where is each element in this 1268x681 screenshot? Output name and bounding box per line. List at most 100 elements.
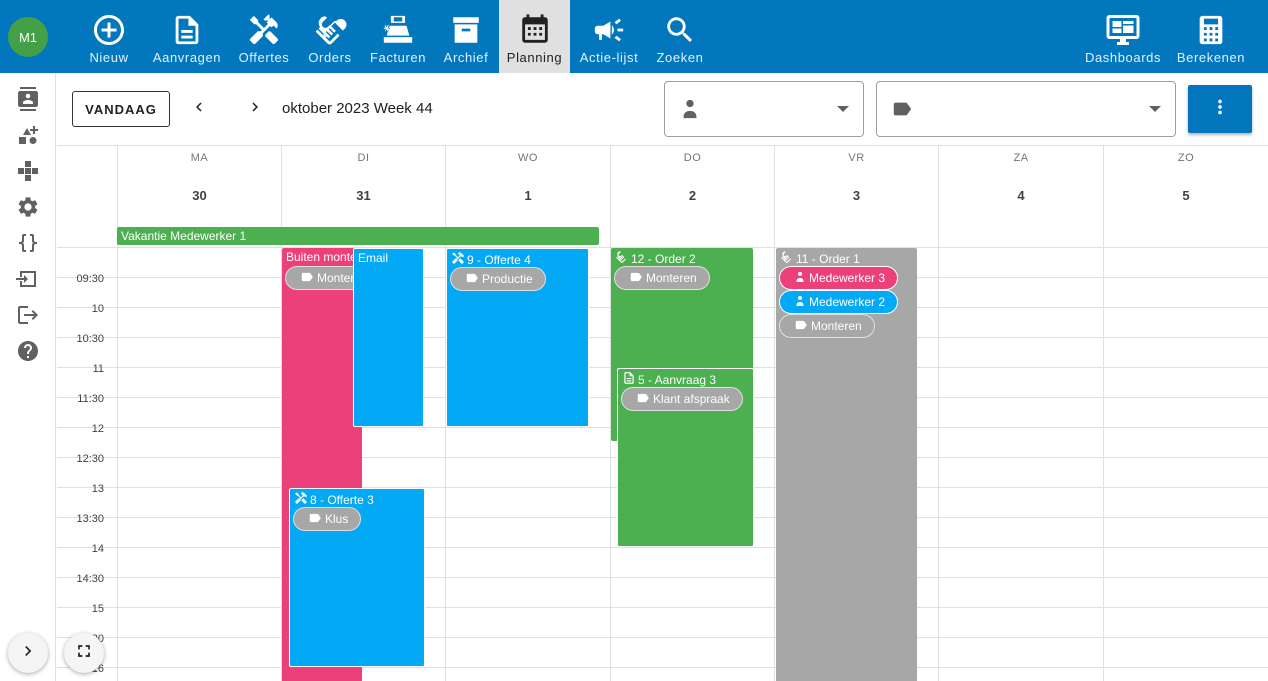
logout-icon[interactable] <box>16 303 40 327</box>
plus-circle-icon <box>91 12 127 48</box>
employee-chip: Medewerker 3 <box>779 266 899 290</box>
nav-dashboards-button[interactable]: Dashboards <box>1085 0 1160 73</box>
time-label: 09:30 <box>76 273 104 285</box>
more-options-button[interactable] <box>1188 85 1252 133</box>
chevron-left-icon <box>190 98 208 121</box>
nav-label: Orders <box>308 50 352 65</box>
user-avatar[interactable]: M1 <box>8 17 48 57</box>
event-title: Vakantie Medewerker 1 <box>121 229 247 243</box>
nav-label: Facturen <box>369 50 427 65</box>
nav-label: Planning <box>506 50 563 65</box>
export-icon[interactable] <box>15 267 40 291</box>
time-label: 12:30 <box>76 453 104 465</box>
handshake-icon <box>615 250 629 267</box>
day-number[interactable]: 5 <box>1104 188 1268 203</box>
day-name: DI <box>357 152 370 164</box>
nav-label: Dashboards <box>1084 50 1162 65</box>
event-title: 12 - Order 2 <box>615 250 696 267</box>
nav-label: Nieuw <box>89 50 129 65</box>
allday-event-vakantie[interactable]: Vakantie Medewerker 1 <box>117 227 599 245</box>
nav-planning-button[interactable]: Planning <box>499 0 570 73</box>
time-label: 14 <box>91 543 104 555</box>
time-label: 13 <box>91 483 104 495</box>
tools-icon <box>451 251 465 268</box>
dropdown-arrow-icon <box>837 106 849 112</box>
next-week-button[interactable] <box>243 97 267 121</box>
day-column-zo[interactable]: ZO 5 <box>1103 146 1268 681</box>
time-label: 15 <box>91 603 104 615</box>
tag-icon <box>300 270 314 287</box>
search-icon <box>662 12 698 48</box>
archive-icon <box>448 12 484 48</box>
blocks-icon[interactable] <box>16 159 40 183</box>
tag-icon <box>308 511 322 528</box>
tag-chip: Klant afspraak <box>621 387 743 411</box>
tools-icon <box>294 491 308 508</box>
tag-chip: Monteren <box>779 314 875 338</box>
nav-label: Archief <box>443 50 489 65</box>
nav-nieuw-button[interactable]: Nieuw <box>89 0 129 73</box>
event-title: 11 - Order 1 <box>780 250 860 267</box>
day-number[interactable]: 31 <box>282 188 445 203</box>
nav-actie-lijst-button[interactable]: Actie-lijst <box>580 0 638 73</box>
event-email[interactable]: Email <box>353 248 424 427</box>
settings-gear-icon[interactable] <box>16 195 40 219</box>
previous-week-button[interactable] <box>187 97 211 121</box>
tag-icon <box>891 98 913 120</box>
nav-zoeken-button[interactable]: Zoeken <box>657 0 703 73</box>
day-name: VR <box>848 152 865 164</box>
time-label: 10:30 <box>76 333 104 345</box>
event-offerte-4[interactable]: 9 - Offerte 4 Productie <box>446 248 589 427</box>
more-vertical-icon <box>1209 96 1231 123</box>
time-label: 11:30 <box>77 393 104 405</box>
nav-offertes-button[interactable]: Offertes <box>239 0 289 73</box>
employee-chip: Medewerker 2 <box>779 290 899 314</box>
event-title: 5 - Aanvraag 3 <box>622 371 716 388</box>
handshake-icon <box>312 12 348 48</box>
day-number[interactable]: 1 <box>446 188 610 203</box>
event-title: Email <box>358 251 389 265</box>
chevron-right-icon <box>18 641 38 666</box>
employee-icon <box>794 295 806 310</box>
nav-orders-button[interactable]: Orders <box>308 0 352 73</box>
megaphone-icon <box>591 12 627 48</box>
event-aanvraag-3[interactable]: 5 - Aanvraag 3 Klant afspraak <box>617 368 754 547</box>
day-column-za[interactable]: ZA 4 <box>938 146 1103 681</box>
tag-icon <box>629 270 643 287</box>
today-button[interactable]: VANDAAG <box>72 91 170 127</box>
event-order-1[interactable]: 11 - Order 1 Medewerker 3 Medewerker 2 M… <box>776 248 917 681</box>
nav-label: Actie-lijst <box>579 50 639 65</box>
employee-filter-select[interactable] <box>664 81 864 137</box>
code-braces-icon[interactable] <box>16 231 40 255</box>
nav-aanvragen-button[interactable]: Aanvragen <box>153 0 221 73</box>
tag-chip: Klus <box>293 507 362 531</box>
top-navigation-bar: M1 Nieuw Aanvragen Offertes Orders Factu… <box>0 0 1268 73</box>
day-number[interactable]: 30 <box>118 188 281 203</box>
nav-facturen-button[interactable]: Facturen <box>370 0 425 73</box>
cash-register-icon <box>380 12 416 48</box>
nav-archief-button[interactable]: Archief <box>444 0 488 73</box>
tag-icon <box>636 391 650 408</box>
tag-filter-select[interactable] <box>876 81 1176 137</box>
dropdown-arrow-icon <box>1149 106 1161 112</box>
day-number[interactable]: 3 <box>775 188 938 203</box>
help-icon[interactable] <box>16 339 40 363</box>
event-title: 8 - Offerte 3 <box>294 491 374 508</box>
expand-sidebar-button[interactable] <box>8 633 48 673</box>
event-offerte-3[interactable]: 8 - Offerte 3 Klus <box>289 488 425 667</box>
nav-berekenen-button[interactable]: Berekenen <box>1177 0 1245 73</box>
time-label: 14:30 <box>76 573 104 585</box>
contacts-icon[interactable] <box>16 87 40 111</box>
fullscreen-button[interactable] <box>64 633 104 673</box>
nav-label: Offertes <box>238 50 290 65</box>
time-label: 12 <box>91 423 104 435</box>
tag-chip: Monteren <box>285 266 362 290</box>
nav-label: Aanvragen <box>152 50 222 65</box>
day-name: DO <box>683 152 702 164</box>
week-calendar: 09:30 10 10:30 11 11:30 12 12:30 13 13:3… <box>57 145 1268 681</box>
day-number[interactable]: 2 <box>611 188 774 203</box>
day-number[interactable]: 4 <box>939 188 1103 203</box>
tag-icon <box>465 271 479 288</box>
tools-icon <box>246 12 282 48</box>
shapes-add-icon[interactable] <box>16 123 40 147</box>
